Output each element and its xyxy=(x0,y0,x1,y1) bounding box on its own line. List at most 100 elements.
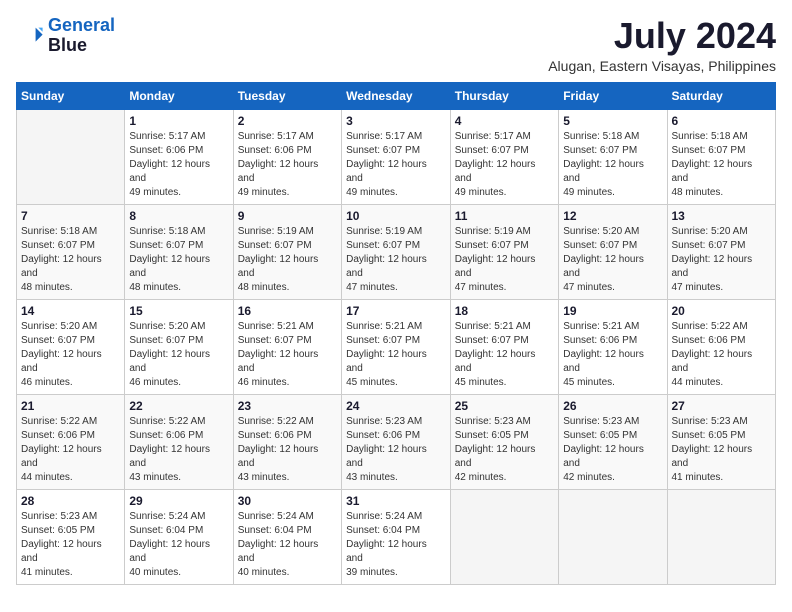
day-number: 2 xyxy=(238,114,337,128)
day-info: Sunrise: 5:20 AMSunset: 6:07 PMDaylight:… xyxy=(129,320,228,390)
col-header-tuesday: Tuesday xyxy=(233,82,341,109)
day-number: 14 xyxy=(21,304,120,318)
day-number: 28 xyxy=(21,494,120,508)
day-number: 8 xyxy=(129,209,228,223)
calendar-cell: 5 Sunrise: 5:18 AMSunset: 6:07 PMDaylight… xyxy=(559,109,667,204)
day-info: Sunrise: 5:22 AMSunset: 6:06 PMDaylight:… xyxy=(129,415,228,485)
calendar-cell: 10 Sunrise: 5:19 AMSunset: 6:07 PMDayligh… xyxy=(342,204,451,299)
day-number: 10 xyxy=(346,209,446,223)
calendar-cell: 15 Sunrise: 5:20 AMSunset: 6:07 PMDayligh… xyxy=(125,299,233,394)
calendar-cell xyxy=(559,489,667,584)
calendar-subtitle: Alugan, Eastern Visayas, Philippines xyxy=(548,58,776,74)
calendar-cell: 12Sunrise: 5:20 AMSunset: 6:07 PMDayligh… xyxy=(559,204,667,299)
day-number: 17 xyxy=(346,304,446,318)
day-info: Sunrise: 5:23 AMSunset: 6:06 PMDaylight:… xyxy=(346,415,446,485)
day-info: Sunrise: 5:22 AMSunset: 6:06 PMDaylight:… xyxy=(21,415,120,485)
day-info: Sunrise: 5:22 AMSunset: 6:06 PMDaylight:… xyxy=(238,415,337,485)
calendar-cell: 8 Sunrise: 5:18 AMSunset: 6:07 PMDaylight… xyxy=(125,204,233,299)
calendar-cell: 31 Sunrise: 5:24 AMSunset: 6:04 PMDayligh… xyxy=(342,489,451,584)
day-info: Sunrise: 5:17 AMSunset: 6:07 PMDaylight:… xyxy=(455,130,554,200)
title-area: July 2024 Alugan, Eastern Visayas, Phili… xyxy=(548,16,776,74)
calendar-cell: 27 Sunrise: 5:23 AMSunset: 6:05 PMDayligh… xyxy=(667,394,776,489)
calendar-title: July 2024 xyxy=(548,16,776,56)
day-number: 15 xyxy=(129,304,228,318)
day-number: 23 xyxy=(238,399,337,413)
col-header-wednesday: Wednesday xyxy=(342,82,451,109)
calendar-cell: 2 Sunrise: 5:17 AMSunset: 6:06 PMDaylight… xyxy=(233,109,341,204)
calendar-cell: 18Sunrise: 5:21 AMSunset: 6:07 PMDayligh… xyxy=(450,299,558,394)
calendar-cell: 24 Sunrise: 5:23 AMSunset: 6:06 PMDayligh… xyxy=(342,394,451,489)
day-number: 9 xyxy=(238,209,337,223)
logo: General Blue xyxy=(16,16,115,56)
day-info: Sunrise: 5:23 AMSunset: 6:05 PMDaylight:… xyxy=(563,415,662,485)
calendar-table: SundayMondayTuesdayWednesdayThursdayFrid… xyxy=(16,82,776,585)
day-info: Sunrise: 5:23 AMSunset: 6:05 PMDaylight:… xyxy=(455,415,554,485)
day-info: Sunrise: 5:18 AMSunset: 6:07 PMDaylight:… xyxy=(563,130,662,200)
day-info: Sunrise: 5:19 AMSunset: 6:07 PMDaylight:… xyxy=(455,225,554,295)
day-number: 16 xyxy=(238,304,337,318)
day-info: Sunrise: 5:21 AMSunset: 6:07 PMDaylight:… xyxy=(238,320,337,390)
day-number: 11 xyxy=(455,209,554,223)
day-info: Sunrise: 5:20 AMSunset: 6:07 PMDaylight:… xyxy=(21,320,120,390)
calendar-cell: 16 Sunrise: 5:21 AMSunset: 6:07 PMDayligh… xyxy=(233,299,341,394)
calendar-cell: 20 Sunrise: 5:22 AMSunset: 6:06 PMDayligh… xyxy=(667,299,776,394)
day-number: 18 xyxy=(455,304,554,318)
day-number: 7 xyxy=(21,209,120,223)
day-number: 30 xyxy=(238,494,337,508)
day-info: Sunrise: 5:24 AMSunset: 6:04 PMDaylight:… xyxy=(129,510,228,580)
logo-text: General Blue xyxy=(48,16,115,56)
day-info: Sunrise: 5:19 AMSunset: 6:07 PMDaylight:… xyxy=(346,225,446,295)
calendar-cell: 9 Sunrise: 5:19 AMSunset: 6:07 PMDaylight… xyxy=(233,204,341,299)
calendar-cell: 6 Sunrise: 5:18 AMSunset: 6:07 PMDaylight… xyxy=(667,109,776,204)
day-number: 31 xyxy=(346,494,446,508)
day-number: 21 xyxy=(21,399,120,413)
day-info: Sunrise: 5:18 AMSunset: 6:07 PMDaylight:… xyxy=(129,225,228,295)
day-info: Sunrise: 5:23 AMSunset: 6:05 PMDaylight:… xyxy=(672,415,772,485)
calendar-header-row: SundayMondayTuesdayWednesdayThursdayFrid… xyxy=(17,82,776,109)
calendar-cell: 23 Sunrise: 5:22 AMSunset: 6:06 PMDayligh… xyxy=(233,394,341,489)
calendar-cell: 17 Sunrise: 5:21 AMSunset: 6:07 PMDayligh… xyxy=(342,299,451,394)
day-info: Sunrise: 5:17 AMSunset: 6:06 PMDaylight:… xyxy=(238,130,337,200)
day-number: 20 xyxy=(672,304,772,318)
day-info: Sunrise: 5:19 AMSunset: 6:07 PMDaylight:… xyxy=(238,225,337,295)
week-row-1: 1Sunrise: 5:17 AMSunset: 6:06 PMDaylight… xyxy=(17,109,776,204)
day-info: Sunrise: 5:17 AMSunset: 6:06 PMDaylight:… xyxy=(129,130,228,200)
col-header-saturday: Saturday xyxy=(667,82,776,109)
day-number: 24 xyxy=(346,399,446,413)
col-header-friday: Friday xyxy=(559,82,667,109)
calendar-cell: 28Sunrise: 5:23 AMSunset: 6:05 PMDayligh… xyxy=(17,489,125,584)
calendar-cell xyxy=(450,489,558,584)
calendar-cell: 14 Sunrise: 5:20 AMSunset: 6:07 PMDayligh… xyxy=(17,299,125,394)
day-info: Sunrise: 5:18 AMSunset: 6:07 PMDaylight:… xyxy=(21,225,120,295)
calendar-cell: 3 Sunrise: 5:17 AMSunset: 6:07 PMDaylight… xyxy=(342,109,451,204)
day-info: Sunrise: 5:20 AMSunset: 6:07 PMDaylight:… xyxy=(563,225,662,295)
week-row-3: 14 Sunrise: 5:20 AMSunset: 6:07 PMDayligh… xyxy=(17,299,776,394)
day-info: Sunrise: 5:18 AMSunset: 6:07 PMDaylight:… xyxy=(672,130,772,200)
calendar-cell: 7 Sunrise: 5:18 AMSunset: 6:07 PMDaylight… xyxy=(17,204,125,299)
calendar-cell xyxy=(17,109,125,204)
day-number: 3 xyxy=(346,114,446,128)
day-number: 5 xyxy=(563,114,662,128)
calendar-body: 1Sunrise: 5:17 AMSunset: 6:06 PMDaylight… xyxy=(17,109,776,584)
calendar-cell: 21 Sunrise: 5:22 AMSunset: 6:06 PMDayligh… xyxy=(17,394,125,489)
week-row-4: 21 Sunrise: 5:22 AMSunset: 6:06 PMDayligh… xyxy=(17,394,776,489)
day-info: Sunrise: 5:21 AMSunset: 6:07 PMDaylight:… xyxy=(346,320,446,390)
calendar-cell: 4 Sunrise: 5:17 AMSunset: 6:07 PMDaylight… xyxy=(450,109,558,204)
week-row-2: 7 Sunrise: 5:18 AMSunset: 6:07 PMDaylight… xyxy=(17,204,776,299)
day-info: Sunrise: 5:24 AMSunset: 6:04 PMDaylight:… xyxy=(238,510,337,580)
day-info: Sunrise: 5:20 AMSunset: 6:07 PMDaylight:… xyxy=(672,225,772,295)
col-header-monday: Monday xyxy=(125,82,233,109)
day-number: 25 xyxy=(455,399,554,413)
day-info: Sunrise: 5:22 AMSunset: 6:06 PMDaylight:… xyxy=(672,320,772,390)
day-number: 4 xyxy=(455,114,554,128)
logo-icon xyxy=(16,22,44,50)
calendar-cell: 29Sunrise: 5:24 AMSunset: 6:04 PMDayligh… xyxy=(125,489,233,584)
day-info: Sunrise: 5:17 AMSunset: 6:07 PMDaylight:… xyxy=(346,130,446,200)
day-info: Sunrise: 5:24 AMSunset: 6:04 PMDaylight:… xyxy=(346,510,446,580)
day-number: 27 xyxy=(672,399,772,413)
calendar-cell: 11 Sunrise: 5:19 AMSunset: 6:07 PMDayligh… xyxy=(450,204,558,299)
day-number: 6 xyxy=(672,114,772,128)
calendar-cell: 25 Sunrise: 5:23 AMSunset: 6:05 PMDayligh… xyxy=(450,394,558,489)
week-row-5: 28Sunrise: 5:23 AMSunset: 6:05 PMDayligh… xyxy=(17,489,776,584)
calendar-cell: 1Sunrise: 5:17 AMSunset: 6:06 PMDaylight… xyxy=(125,109,233,204)
